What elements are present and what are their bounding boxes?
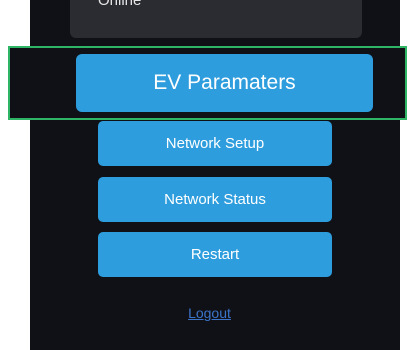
restart-button[interactable]: Restart (98, 232, 332, 277)
network-setup-button[interactable]: Network Setup (98, 121, 332, 166)
network-status-button[interactable]: Network Status (98, 177, 332, 222)
status-text: Online (98, 0, 142, 9)
status-card: Online (70, 0, 362, 38)
ev-parameters-button[interactable]: EV Paramaters (76, 54, 373, 112)
logout-link[interactable]: Logout (0, 305, 419, 321)
